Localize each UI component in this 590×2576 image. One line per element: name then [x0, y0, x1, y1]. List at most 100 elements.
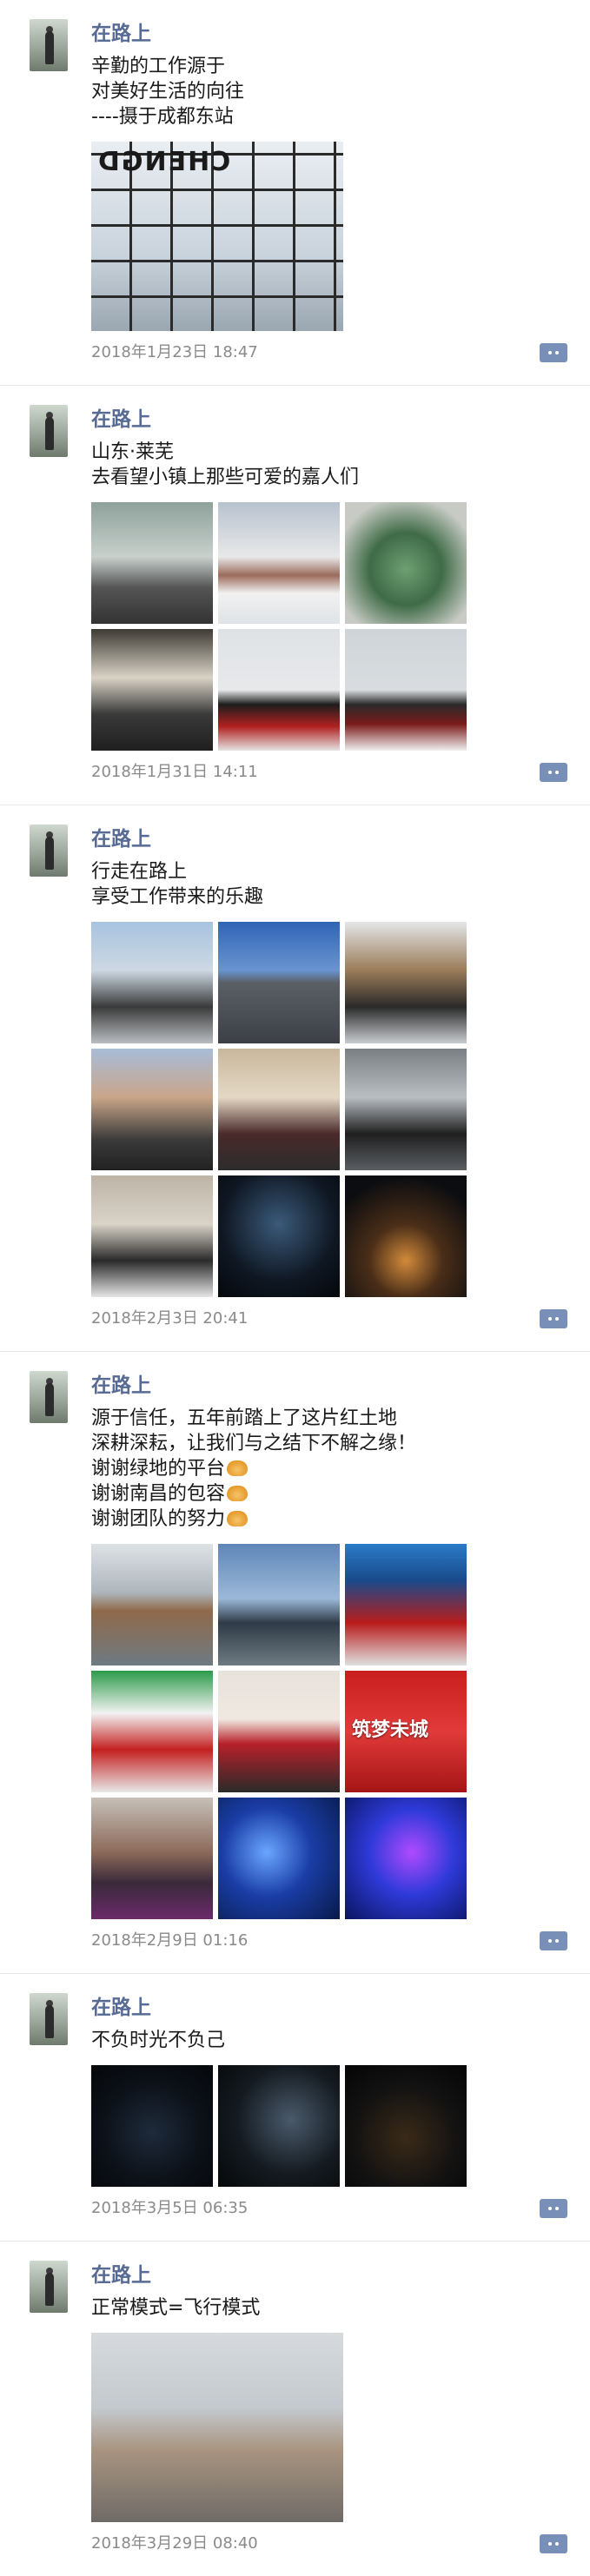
comment-dots-icon[interactable] [540, 763, 567, 782]
clapping-hands-icon [227, 1486, 249, 1501]
comment-dots-icon[interactable] [540, 343, 567, 362]
photo-overlay-text: CHENGD [96, 147, 231, 177]
photo-overlay-text: 筑梦未城 [352, 1718, 429, 1741]
night-tower-photo[interactable] [218, 1175, 340, 1297]
username-link[interactable]: 在路上 [91, 1373, 573, 1399]
username-link[interactable]: 在路上 [91, 826, 573, 852]
post-text: 辛勤的工作源于 对美好生活的向往 ----摄于成都东站 [91, 54, 573, 129]
post-text-line: 不负时光不负己 [91, 2028, 573, 2053]
outdoor-group-photo-1[interactable] [218, 629, 340, 751]
city-night-aerial-photo[interactable] [345, 1175, 467, 1297]
clapping-hands-icon [227, 1511, 249, 1526]
post-text-line: 行走在路上 [91, 859, 573, 884]
moments-feed: 在路上 辛勤的工作源于 对美好生活的向往 ----摄于成都东站 CHENGD 2018年1… [0, 0, 590, 2576]
username-link[interactable]: 在路上 [91, 407, 573, 433]
street-group-photo[interactable] [91, 1049, 213, 1170]
sand-table-model-photo[interactable] [345, 502, 467, 624]
post-footer: 2018年1月23日 18:47 [91, 341, 573, 364]
post-text-content: 谢谢团队的努力 [91, 1508, 226, 1530]
blue-show-photo[interactable] [345, 1798, 467, 1919]
post-text-line: 深耕深耘，让我们与之结下不解之缘！ [91, 1431, 573, 1456]
runway-window-photo[interactable] [91, 2333, 343, 2522]
post-text-content: ----摄于成都东站 [91, 106, 234, 128]
username-link[interactable]: 在路上 [91, 21, 573, 47]
avatar[interactable] [30, 1993, 68, 2045]
station-glass-photo[interactable]: CHENGD [91, 142, 343, 331]
post-text-content: 辛勤的工作源于 [91, 56, 226, 77]
car-interior-photo-1[interactable] [91, 2065, 213, 2187]
clapping-hands-icon [227, 1460, 249, 1476]
post-timestamp: 2018年1月23日 18:47 [91, 343, 258, 361]
post-text-content: 对美好生活的向往 [91, 81, 245, 103]
post-text-content: 不负时光不负己 [91, 2030, 226, 2051]
post-text-content: 山东·莱芜 [91, 441, 174, 463]
post-text: 山东·莱芜 去看望小镇上那些可爱的嘉人们 [91, 440, 573, 490]
comment-dots-icon[interactable] [540, 1931, 567, 1950]
post-text-line: 谢谢南昌的包容 [91, 1481, 573, 1507]
post-image-grid: 筑梦未城 [91, 1544, 573, 1919]
road-photo[interactable] [91, 502, 213, 624]
post-timestamp: 2018年3月29日 08:40 [91, 2534, 258, 2553]
post-text-line: 源于信任，五年前踏上了这片红土地 [91, 1406, 573, 1431]
post-text: 源于信任，五年前踏上了这片红土地 深耕深耘，让我们与之结下不解之缘！ 谢谢绿地的平台… [91, 1406, 573, 1532]
post-footer: 2018年2月3日 20:41 [91, 1308, 573, 1330]
stadium-group-photo[interactable] [218, 1544, 340, 1665]
post-text-content: 谢谢绿地的平台 [91, 1458, 226, 1480]
stage-dance-photo[interactable] [218, 1671, 340, 1792]
outdoor-group-photo-2[interactable] [345, 629, 467, 751]
car-interior-photo-2[interactable] [218, 2065, 340, 2187]
indoor-group-photo[interactable] [91, 629, 213, 751]
avatar[interactable] [30, 19, 68, 71]
green-stage-photo[interactable] [91, 1671, 213, 1792]
lobby-group-photo[interactable] [218, 1049, 340, 1170]
comment-dots-icon[interactable] [540, 1309, 567, 1328]
username-link[interactable]: 在路上 [91, 2262, 573, 2288]
post-image-grid [91, 2065, 573, 2187]
airplane-window-photo[interactable] [91, 1544, 213, 1665]
post-text-line: 享受工作带来的乐趣 [91, 884, 573, 910]
post-text-line: 去看望小镇上那些可爱的嘉人们 [91, 465, 573, 490]
post-text-content: 享受工作带来的乐趣 [91, 886, 264, 908]
post-timestamp: 2018年1月31日 14:11 [91, 763, 258, 781]
comment-dots-icon[interactable] [540, 2534, 567, 2553]
tower-photo[interactable] [218, 922, 340, 1043]
post-text-line: 正常模式=飞行模式 [91, 2295, 573, 2321]
snow-landscape-photo[interactable] [218, 502, 340, 624]
post-text-line: 对美好生活的向往 [91, 79, 573, 104]
avatar[interactable] [30, 824, 68, 877]
post-image-grid: CHENGD [91, 142, 573, 331]
post-image-grid [91, 2333, 573, 2522]
event-banner-photo[interactable] [345, 1544, 467, 1665]
post-text-content: 谢谢南昌的包容 [91, 1483, 226, 1505]
comment-dots-icon[interactable] [540, 2199, 567, 2218]
username-link[interactable]: 在路上 [91, 1995, 573, 2021]
post-text-line: 山东·莱芜 [91, 440, 573, 465]
stadium-photo[interactable] [91, 922, 213, 1043]
moment-post: 在路上山东·莱芜 去看望小镇上那些可爱的嘉人们 2018年1月31日 14:11 [0, 386, 590, 805]
post-timestamp: 2018年2月3日 20:41 [91, 1309, 249, 1328]
moment-post: 在路上正常模式=飞行模式 2018年3月29日 08:40 [0, 2242, 590, 2576]
post-text-line: 辛勤的工作源于 [91, 54, 573, 79]
avatar[interactable] [30, 1371, 68, 1423]
avatar[interactable] [30, 2261, 68, 2313]
post-text: 行走在路上 享受工作带来的乐趣 [91, 859, 573, 910]
moment-post: 在路上源于信任，五年前踏上了这片红土地 深耕深耘，让我们与之结下不解之缘！ 谢谢绿地… [0, 1352, 590, 1974]
red-banquet-photo[interactable]: 筑梦未城 [345, 1671, 467, 1792]
post-text-line: ----摄于成都东站 [91, 104, 573, 129]
indoor-visit-photo[interactable] [91, 1175, 213, 1297]
post-text-line: 谢谢绿地的平台 [91, 1456, 573, 1481]
gate-group-photo[interactable] [345, 1049, 467, 1170]
post-timestamp: 2018年3月5日 06:35 [91, 2199, 249, 2217]
post-text-line: 谢谢团队的努力 [91, 1507, 573, 1532]
post-text: 不负时光不负己 [91, 2028, 573, 2053]
post-footer: 2018年2月9日 01:16 [91, 1930, 573, 1952]
car-interior-photo-3[interactable] [345, 2065, 467, 2187]
hall-performance-photo[interactable] [91, 1798, 213, 1919]
post-timestamp: 2018年2月9日 01:16 [91, 1931, 249, 1950]
post-footer: 2018年1月31日 14:11 [91, 761, 573, 784]
post-image-grid [91, 502, 573, 751]
avatar[interactable] [30, 405, 68, 457]
security-booth-photo[interactable] [345, 922, 467, 1043]
post-text-content: 正常模式=飞行模式 [91, 2297, 261, 2319]
blue-stage-photo[interactable] [218, 1798, 340, 1919]
